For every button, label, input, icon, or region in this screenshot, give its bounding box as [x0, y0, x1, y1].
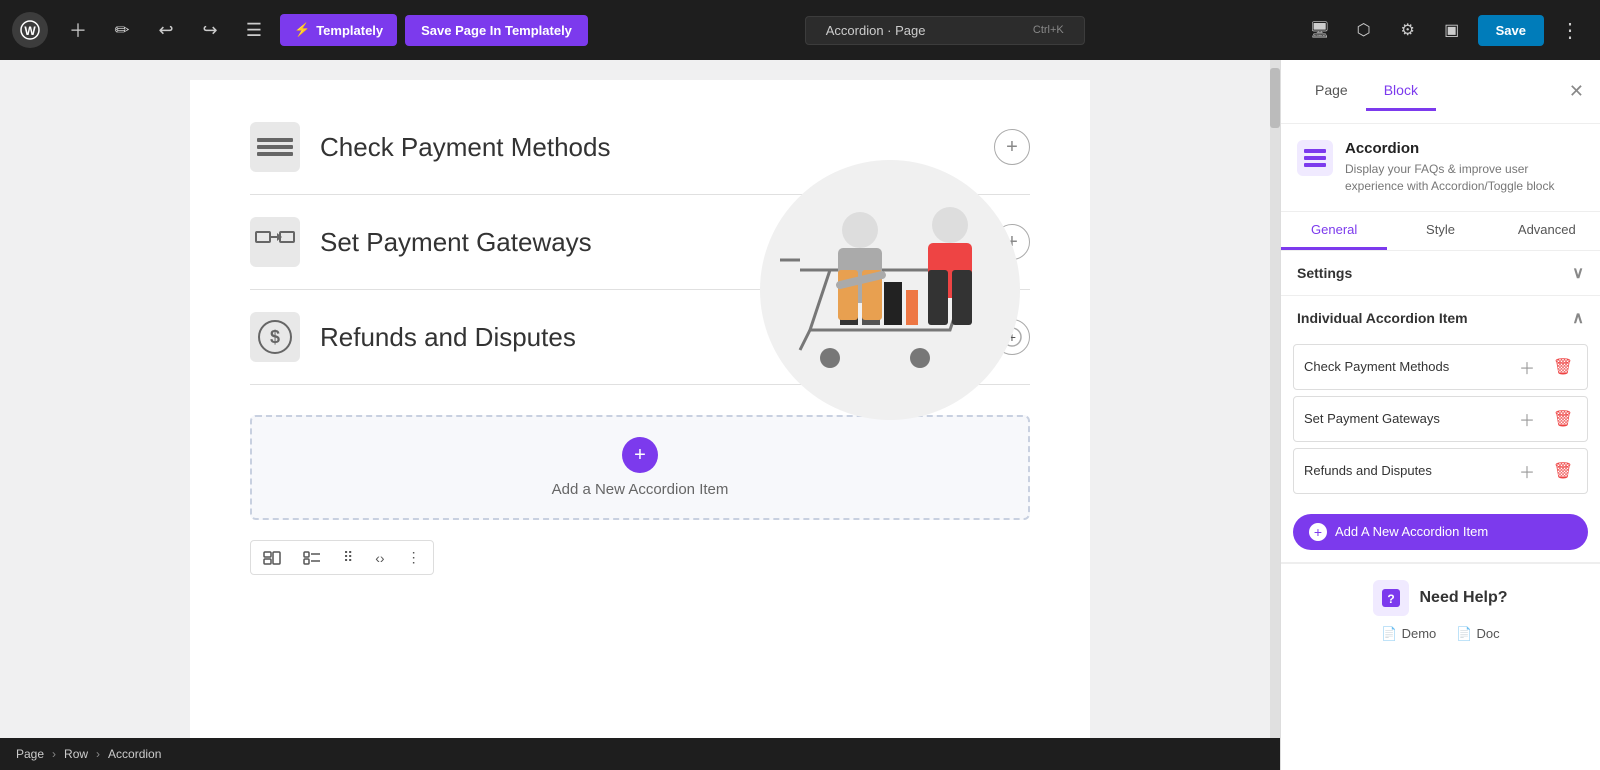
add-new-label: Add A New Accordion Item [1335, 524, 1488, 539]
canvas-inner: Check Payment Methods + Set Payment Gate… [190, 80, 1090, 750]
breadcrumb-page[interactable]: Page [16, 747, 44, 761]
accordion-icon-2 [250, 217, 300, 267]
illustration [690, 120, 1070, 460]
templately-icon: ⚡ [294, 22, 310, 38]
demo-link[interactable]: 📄 Demo [1381, 626, 1436, 642]
sub-tab-group: General Style Advanced [1281, 212, 1600, 251]
breadcrumb-sep-1: › [52, 747, 56, 761]
right-panel: Page Block ✕ Accordion Display your FAQs… [1280, 60, 1600, 770]
breadcrumb-sep-2: › [96, 747, 100, 761]
more-options-button[interactable]: ⋮ [1552, 12, 1588, 48]
edit-button[interactable]: ✏ [104, 12, 140, 48]
svg-text:?: ? [1388, 592, 1395, 606]
drag-handle[interactable]: ⠿ [333, 543, 363, 572]
save-button[interactable]: Save [1478, 15, 1544, 46]
panel-body: Accordion Display your FAQs & improve us… [1281, 124, 1600, 770]
panel-row-label-3: Refunds and Disputes [1304, 463, 1505, 478]
block-description: Display your FAQs & improve user experie… [1345, 161, 1584, 195]
individual-label: Individual Accordion Item [1297, 310, 1468, 326]
page-title: Accordion · Page [826, 23, 926, 38]
svg-text:W: W [24, 24, 36, 38]
add-accordion-label: Add a New Accordion Item [552, 481, 729, 498]
keyboard-shortcut: Ctrl+K [1033, 24, 1064, 36]
individual-section-header[interactable]: Individual Accordion Item ∧ [1281, 296, 1600, 340]
panel-row-label-2: Set Payment Gateways [1304, 411, 1505, 426]
sub-tab-advanced[interactable]: Advanced [1494, 212, 1600, 250]
main-area: Check Payment Methods + Set Payment Gate… [0, 60, 1600, 770]
block-accordion-icon [1297, 140, 1333, 176]
breadcrumb-row[interactable]: Row [64, 747, 88, 761]
panel-tab-group: Page Block [1297, 72, 1561, 111]
accordion-icon-1 [250, 122, 300, 172]
help-links: 📄 Demo 📄 Doc [1381, 626, 1499, 642]
tab-block[interactable]: Block [1366, 72, 1436, 111]
panel-row-delete-2[interactable]: 🗑 [1549, 405, 1577, 433]
block-toolbar: ⠿ ‹› ⋮ [250, 540, 434, 575]
panel-row-add-2[interactable]: ＋ [1513, 405, 1541, 433]
block-icon-button[interactable] [293, 543, 331, 572]
toolbar-center: Accordion · Page Ctrl+K [596, 16, 1294, 45]
scrollbar-track[interactable] [1270, 60, 1280, 770]
add-block-button[interactable]: ＋ [60, 12, 96, 48]
block-info: Accordion Display your FAQs & improve us… [1281, 124, 1600, 212]
tab-page[interactable]: Page [1297, 72, 1366, 111]
panel-row-delete-3[interactable]: 🗑 [1549, 457, 1577, 485]
panel-row-add-3[interactable]: ＋ [1513, 457, 1541, 485]
accordion-list: Check Payment Methods ＋ 🗑 Set Payment Ga… [1281, 340, 1600, 506]
main-toolbar: W ＋ ✏ ↩ ↪ ☰ ⚡ Templately Save Page In Te… [0, 0, 1600, 60]
sidebar-toggle-button[interactable]: ▣ [1434, 12, 1470, 48]
block-info-text: Accordion Display your FAQs & improve us… [1345, 140, 1584, 195]
panel-header: Page Block ✕ [1281, 60, 1600, 124]
help-section: ? Need Help? 📄 Demo 📄 Doc [1281, 563, 1600, 658]
doc-link[interactable]: 📄 Doc [1456, 626, 1499, 642]
redo-button[interactable]: ↪ [192, 12, 228, 48]
add-accordion-icon: + [622, 437, 658, 473]
help-row: ? Need Help? [1373, 580, 1507, 616]
templately-label: Templately [316, 23, 383, 38]
panel-row-label-1: Check Payment Methods [1304, 359, 1505, 374]
settings-section: Settings ∨ [1281, 251, 1600, 296]
individual-chevron: ∧ [1572, 308, 1584, 328]
accordion-icon-3: $ [250, 312, 300, 362]
panel-row-add-1[interactable]: ＋ [1513, 353, 1541, 381]
panel-row-2: Set Payment Gateways ＋ 🗑 [1293, 396, 1588, 442]
settings-label: Settings [1297, 265, 1352, 281]
list-view-button[interactable]: ☰ [236, 12, 272, 48]
block-title: Accordion [1345, 140, 1584, 157]
add-new-icon: + [1309, 523, 1327, 541]
wp-logo[interactable]: W [12, 12, 48, 48]
save-page-button[interactable]: Save Page In Templately [405, 15, 588, 46]
help-icon: ? [1373, 580, 1409, 616]
panel-close-button[interactable]: ✕ [1569, 81, 1584, 102]
sub-tab-style[interactable]: Style [1387, 212, 1493, 250]
external-link-button[interactable]: ⬡ [1346, 12, 1382, 48]
templately-button[interactable]: ⚡ Templately [280, 14, 397, 46]
panel-row-delete-1[interactable]: 🗑 [1549, 353, 1577, 381]
scrollbar-thumb[interactable] [1270, 68, 1280, 128]
help-title: Need Help? [1419, 589, 1507, 607]
svg-text:$: $ [270, 327, 280, 347]
sub-tab-general[interactable]: General [1281, 212, 1387, 250]
settings-section-header[interactable]: Settings ∨ [1281, 251, 1600, 295]
block-type-button[interactable] [253, 543, 291, 572]
undo-button[interactable]: ↩ [148, 12, 184, 48]
more-block-options[interactable]: ⋮ [397, 543, 431, 572]
canvas: Check Payment Methods + Set Payment Gate… [0, 60, 1280, 770]
breadcrumb-accordion[interactable]: Accordion [108, 747, 161, 761]
individual-section: Individual Accordion Item ∧ Check Paymen… [1281, 296, 1600, 563]
breadcrumb: Page › Row › Accordion [0, 738, 1280, 770]
demo-icon: 📄 [1381, 626, 1397, 642]
panel-row-3: Refunds and Disputes ＋ 🗑 [1293, 448, 1588, 494]
doc-icon: 📄 [1456, 626, 1472, 642]
settings-button[interactable]: ⚙ [1390, 12, 1426, 48]
panel-row-1: Check Payment Methods ＋ 🗑 [1293, 344, 1588, 390]
add-new-accordion-button[interactable]: + Add A New Accordion Item [1293, 514, 1588, 550]
code-editor-button[interactable]: ‹› [365, 543, 394, 572]
settings-chevron: ∨ [1572, 263, 1584, 283]
toolbar-right: 🖥 ⬡ ⚙ ▣ Save ⋮ [1302, 12, 1588, 48]
page-title-bar[interactable]: Accordion · Page Ctrl+K [805, 16, 1085, 45]
desktop-view-button[interactable]: 🖥 [1302, 12, 1338, 48]
